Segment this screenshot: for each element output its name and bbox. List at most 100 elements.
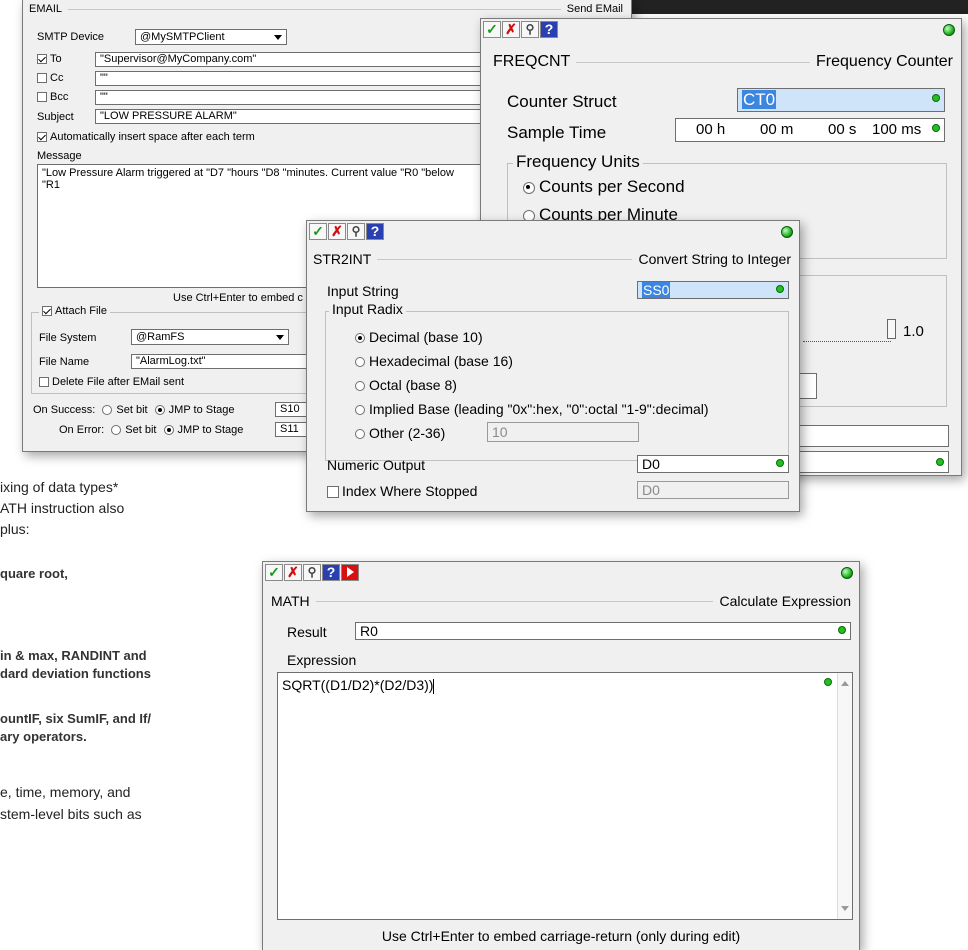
- file-name-label: File Name: [39, 356, 90, 368]
- bg-text-9: e, time, memory, and: [0, 784, 131, 800]
- radio-icon: [102, 405, 113, 416]
- error-jmp-radio[interactable]: JMP to Stage: [163, 424, 244, 436]
- error-setbit-radio[interactable]: Set bit: [111, 424, 156, 436]
- check-icon[interactable]: ✓: [265, 563, 283, 581]
- freq-output-field-3[interactable]: [781, 451, 949, 473]
- radio-icon: [355, 405, 365, 416]
- str2int-header: STR2INT Convert String to Integer: [313, 251, 791, 267]
- attach-file-checkbox[interactable]: Attach File: [39, 305, 110, 317]
- help-icon[interactable]: ?: [322, 563, 340, 581]
- numeric-output-label: Numeric Output: [327, 457, 426, 473]
- to-field[interactable]: "Supervisor@MyCompany.com": [95, 52, 515, 67]
- x-icon[interactable]: ✗: [502, 20, 520, 38]
- radio-icon: [163, 425, 174, 436]
- counts-per-second-radio[interactable]: Counts per Second: [523, 177, 685, 197]
- radix-octal-radio[interactable]: Octal (base 8): [355, 377, 457, 393]
- index-stopped-label: Index Where Stopped: [342, 483, 478, 499]
- radix-decimal-radio[interactable]: Decimal (base 10): [355, 329, 483, 345]
- slider-thumb[interactable]: [887, 319, 896, 339]
- file-system-select[interactable]: @RamFS: [131, 329, 289, 345]
- smtp-label: SMTP Device: [37, 31, 105, 43]
- delete-file-checkbox[interactable]: Delete File after EMail sent: [39, 376, 184, 388]
- success-jmp-radio[interactable]: JMP to Stage: [154, 404, 235, 416]
- radix-implied-label: Implied Base (leading "0x":hex, "0":octa…: [369, 401, 709, 417]
- radio-icon: [355, 333, 365, 344]
- help-icon[interactable]: ?: [366, 222, 384, 240]
- cc-field[interactable]: "": [95, 71, 515, 86]
- minutes-value: 00 m: [760, 121, 794, 138]
- valid-indicator: [936, 458, 944, 466]
- play-icon[interactable]: [341, 563, 359, 581]
- radix-other-label: Other (2-36): [369, 425, 446, 441]
- math-name: MATH: [271, 593, 310, 609]
- cc-checkbox[interactable]: Cc: [37, 72, 63, 84]
- file-system-label: File System: [39, 332, 97, 344]
- subject-field[interactable]: "LOW PRESSURE ALARM": [95, 109, 515, 124]
- index-stopped-field[interactable]: D0: [637, 481, 789, 499]
- check-icon[interactable]: ✓: [483, 20, 501, 38]
- bcc-checkbox[interactable]: Bcc: [37, 91, 68, 103]
- counter-struct-field[interactable]: CT0: [737, 88, 945, 112]
- valid-indicator: [932, 124, 940, 132]
- sample-time-label: Sample Time: [507, 123, 607, 142]
- freqcnt-header: FREQCNT Frequency Counter: [493, 53, 953, 71]
- input-radix-label: Input Radix: [329, 301, 406, 317]
- status-led: [841, 567, 853, 579]
- math-hint: Use Ctrl+Enter to embed carriage-return …: [381, 928, 741, 944]
- slider-track[interactable]: [803, 331, 891, 342]
- background-window: [620, 0, 968, 14]
- bcc-field[interactable]: "": [95, 90, 515, 105]
- valid-indicator: [776, 459, 784, 467]
- jmp-label: JMP to Stage: [177, 424, 244, 436]
- checkbox-icon: [37, 73, 47, 84]
- to-checkbox[interactable]: To: [37, 53, 62, 65]
- input-string-value: SS0: [642, 282, 671, 298]
- valid-indicator: [838, 626, 846, 634]
- numeric-output-value: D0: [642, 456, 660, 472]
- radix-other-radio[interactable]: Other (2-36): [355, 425, 445, 441]
- expression-scrollbar[interactable]: [837, 673, 852, 919]
- search-icon[interactable]: ⚲: [347, 222, 365, 240]
- radio-icon: [355, 381, 365, 392]
- delete-file-label: Delete File after EMail sent: [52, 376, 185, 388]
- help-icon[interactable]: ?: [540, 20, 558, 38]
- scroll-down-icon[interactable]: [841, 906, 849, 911]
- valid-indicator: [776, 285, 784, 293]
- jmp-label: JMP to Stage: [168, 404, 235, 416]
- str2int-dialog: ✓ ✗ ⚲ ? STR2INT Convert String to Intege…: [306, 220, 800, 512]
- file-name-field[interactable]: "AlarmLog.txt": [131, 354, 327, 369]
- search-icon[interactable]: ⚲: [521, 20, 539, 38]
- check-icon[interactable]: ✓: [309, 222, 327, 240]
- success-setbit-radio[interactable]: Set bit: [102, 404, 148, 416]
- chevron-down-icon: [274, 34, 282, 40]
- radix-decimal-label: Decimal (base 10): [369, 329, 483, 345]
- status-led: [943, 24, 955, 36]
- radix-hex-radio[interactable]: Hexadecimal (base 16): [355, 353, 513, 369]
- scroll-up-icon[interactable]: [841, 681, 849, 686]
- setbit-label: Set bit: [125, 424, 157, 436]
- math-toolbar: ✓ ✗ ⚲ ?: [263, 562, 859, 582]
- email-hint: Use Ctrl+Enter to embed c: [173, 292, 303, 304]
- setbit-label: Set bit: [116, 404, 148, 416]
- radix-implied-radio[interactable]: Implied Base (leading "0x":hex, "0":octa…: [355, 401, 709, 417]
- smtp-device-select[interactable]: @MySMTPClient: [135, 29, 287, 45]
- email-section-right: Send EMail: [566, 3, 623, 15]
- bg-text-8: ary operators.: [0, 729, 87, 744]
- x-icon[interactable]: ✗: [328, 222, 346, 240]
- auto-space-checkbox[interactable]: Automatically insert space after each te…: [37, 131, 255, 143]
- numeric-output-field[interactable]: D0: [637, 455, 789, 473]
- result-field[interactable]: R0: [355, 622, 851, 640]
- input-string-field[interactable]: SS0: [637, 281, 789, 299]
- counts-per-second-label: Counts per Second: [539, 177, 685, 196]
- radix-other-field[interactable]: 10: [487, 422, 639, 442]
- expression-textarea[interactable]: SQRT((D1/D2)*(D2/D3)): [277, 672, 853, 920]
- radix-octal-label: Octal (base 8): [369, 377, 457, 393]
- search-icon[interactable]: ⚲: [303, 563, 321, 581]
- math-header: MATH Calculate Expression: [271, 593, 851, 609]
- x-icon[interactable]: ✗: [284, 563, 302, 581]
- freq-output-field-2[interactable]: [781, 425, 949, 447]
- str2int-toolbar: ✓ ✗ ⚲ ?: [307, 221, 799, 241]
- checkbox-icon: [42, 306, 52, 317]
- sample-time-field[interactable]: 00 h 00 m 00 s 100 ms: [675, 118, 945, 142]
- index-stopped-checkbox[interactable]: Index Where Stopped: [327, 483, 477, 499]
